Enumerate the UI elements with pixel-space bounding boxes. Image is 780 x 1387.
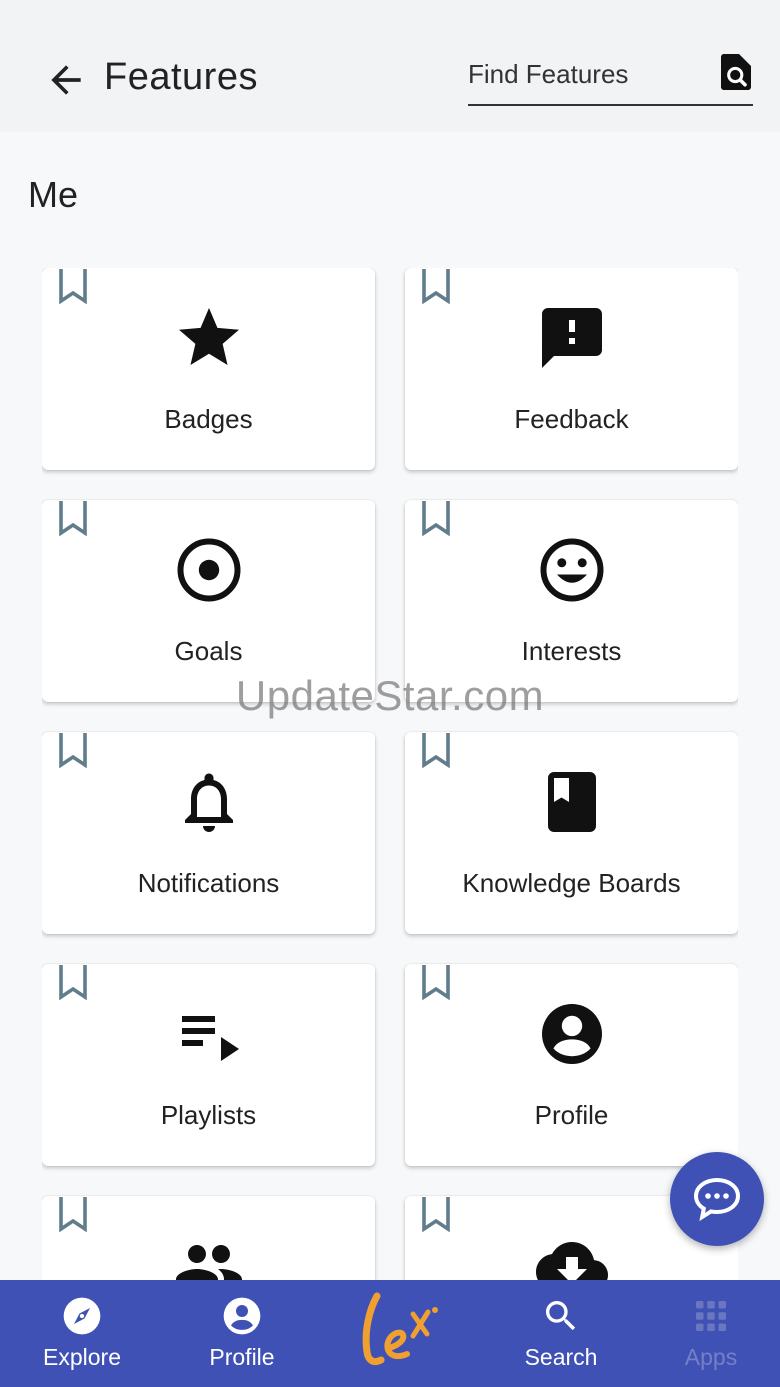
lex-logo[interactable]	[355, 1290, 447, 1372]
feature-card-playlists[interactable]: Playlists	[42, 964, 375, 1166]
card-label: Knowledge Boards	[462, 868, 681, 898]
bookmark-icon[interactable]	[58, 1196, 88, 1233]
person-icon	[222, 1296, 262, 1336]
bookmark-icon[interactable]	[421, 500, 451, 537]
nav-item-explore[interactable]: Explore	[7, 1280, 157, 1387]
book-icon	[536, 766, 608, 838]
bookmark-icon[interactable]	[58, 268, 88, 305]
feature-card-notifications[interactable]: Notifications	[42, 732, 375, 934]
card-label: Interests	[521, 636, 622, 666]
feedback-icon	[536, 302, 608, 374]
card-label: Goals	[174, 636, 243, 666]
search-input[interactable]	[468, 54, 708, 94]
cloud-download-icon	[535, 1230, 608, 1280]
features-grid: Badges Feedback Goals Interests Notifica…	[42, 268, 738, 1280]
nav-item-search[interactable]: Search	[486, 1280, 636, 1387]
card-label: Playlists	[160, 1100, 257, 1130]
target-icon	[173, 534, 245, 606]
bookmark-icon[interactable]	[58, 500, 88, 537]
bookmark-icon[interactable]	[421, 268, 451, 305]
compass-icon	[62, 1296, 102, 1336]
bookmark-icon[interactable]	[58, 964, 88, 1001]
page-title: Features	[104, 56, 258, 98]
card-label: Feedback	[514, 404, 629, 434]
find-in-page-icon[interactable]	[719, 54, 753, 90]
chat-fab-button[interactable]	[670, 1152, 764, 1246]
nav-label: Search	[524, 1344, 598, 1370]
bookmark-icon[interactable]	[421, 732, 451, 769]
nav-label: Explore	[43, 1344, 121, 1370]
card-label: Profile	[534, 1100, 609, 1130]
feature-card-badges[interactable]: Badges	[42, 268, 375, 470]
star-icon	[173, 302, 245, 374]
section-title-me: Me	[28, 174, 79, 215]
nav-label: Apps	[684, 1344, 738, 1370]
search-field	[468, 50, 753, 106]
playlist-icon	[173, 998, 245, 1070]
feature-card-interests[interactable]: Interests	[405, 500, 738, 702]
card-label: Badges	[164, 404, 253, 434]
feature-card-knowledge-boards[interactable]: Knowledge Boards	[405, 732, 738, 934]
feature-card-profile[interactable]: Profile	[405, 964, 738, 1166]
bookmark-icon[interactable]	[58, 732, 88, 769]
feature-card-feedback[interactable]: Feedback	[405, 268, 738, 470]
feature-card-goals[interactable]: Goals	[42, 500, 375, 702]
feature-card-people[interactable]	[42, 1196, 375, 1280]
search-icon	[541, 1296, 581, 1336]
bookmark-icon[interactable]	[421, 964, 451, 1001]
nav-label: Profile	[209, 1344, 275, 1370]
bookmark-icon[interactable]	[421, 1196, 451, 1233]
nav-item-profile[interactable]: Profile	[167, 1280, 317, 1387]
chat-bubble-icon	[693, 1177, 741, 1222]
nav-item-apps[interactable]: Apps	[636, 1280, 780, 1387]
back-arrow-icon[interactable]	[44, 58, 88, 102]
apps-grid-icon	[691, 1296, 731, 1336]
account-circle-icon	[536, 998, 608, 1070]
people-icon	[173, 1230, 245, 1280]
bell-icon	[173, 766, 245, 838]
top-app-bar: Features	[0, 0, 780, 132]
card-label: Notifications	[137, 868, 280, 898]
smiley-icon	[536, 534, 608, 606]
